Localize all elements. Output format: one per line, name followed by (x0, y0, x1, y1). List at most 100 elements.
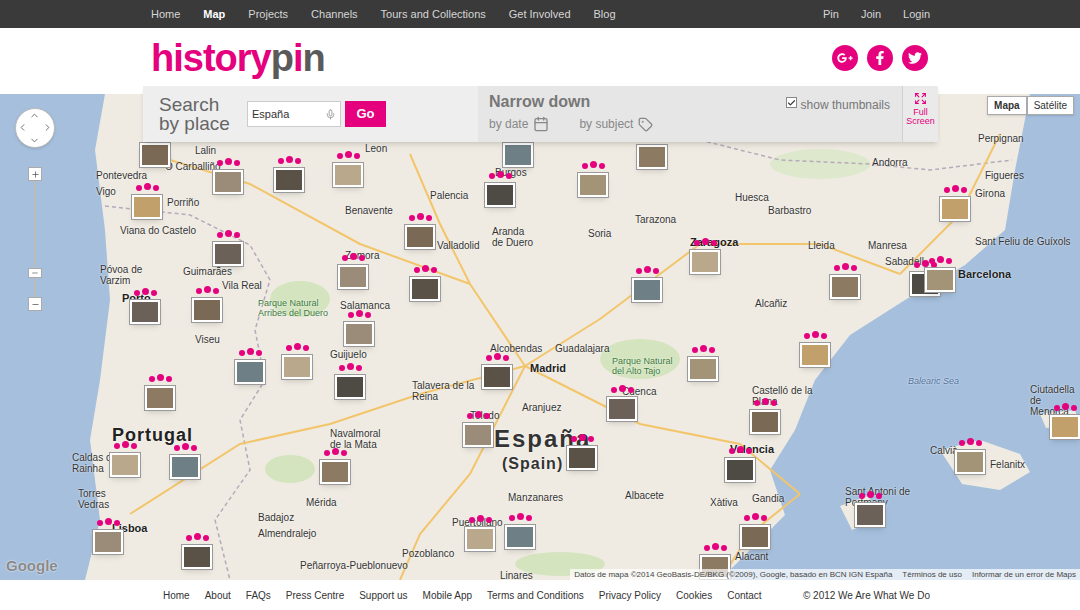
photo-pin[interactable] (483, 171, 517, 207)
map-label: Navalmoral de la Mata (330, 428, 392, 450)
photo-pin[interactable] (853, 491, 887, 527)
google-plus-icon[interactable] (832, 45, 858, 71)
map[interactable]: LalinO CarballiñoLeonPontevedraVigoPorri… (0, 94, 1080, 580)
photo-pin[interactable] (233, 348, 267, 384)
fullscreen-button[interactable]: Full Screen (902, 86, 938, 142)
pan-control[interactable] (15, 108, 55, 148)
photo-pin[interactable] (128, 288, 162, 324)
photo-pin[interactable] (272, 156, 306, 192)
photo-thumbnail (110, 453, 140, 477)
photo-pin[interactable] (686, 345, 720, 381)
thumbnails-checkbox[interactable] (786, 97, 797, 108)
nav-item[interactable]: Channels (311, 6, 357, 23)
by-subject-filter[interactable]: by subject (579, 115, 653, 133)
footer-link[interactable]: About (205, 588, 231, 603)
footer-link[interactable]: Contact (727, 588, 761, 603)
footer-link[interactable]: Press Centre (286, 588, 344, 603)
photo-pin[interactable] (336, 253, 370, 289)
footer-link[interactable]: Terms and Conditions (487, 588, 584, 603)
place-input[interactable]: España (247, 101, 341, 127)
map-label: Calvià (930, 445, 958, 456)
photo-pin[interactable] (211, 230, 245, 266)
microphone-icon[interactable] (325, 109, 336, 120)
photo-pin[interactable] (318, 448, 352, 484)
nav-item[interactable]: Login (903, 6, 930, 23)
footer-link[interactable]: FAQs (246, 588, 271, 603)
photo-thumbnail (637, 145, 667, 169)
photo-pin[interactable] (1048, 403, 1080, 439)
photo-thumbnail (274, 168, 304, 192)
zoom-slider-thumb[interactable] (28, 268, 42, 278)
photo-pin[interactable] (748, 398, 782, 434)
map-label: (Spain) (502, 455, 563, 473)
photo-pin[interactable] (280, 343, 314, 379)
twitter-icon[interactable] (902, 45, 928, 71)
photo-pin[interactable] (190, 286, 224, 322)
photo-pin[interactable] (605, 385, 639, 421)
photo-pin[interactable] (923, 256, 957, 292)
photo-pin[interactable] (738, 513, 772, 549)
photo-thumbnail (320, 460, 350, 484)
photo-pin[interactable] (461, 411, 495, 447)
photo-pin[interactable] (130, 183, 164, 219)
report-link[interactable]: Informar de un error de Maps (972, 569, 1076, 580)
logo[interactable]: historypin (151, 39, 325, 77)
map-type-button[interactable]: Satélite (1027, 96, 1074, 115)
pan-left-icon[interactable] (17, 122, 28, 133)
photo-pin[interactable] (630, 266, 664, 302)
footer-link[interactable]: Home (163, 588, 190, 603)
photo-pin[interactable] (938, 185, 972, 221)
photo-pin[interactable] (108, 441, 142, 477)
footer-link[interactable]: Cookies (676, 588, 712, 603)
map-label: Perpignan (978, 133, 1024, 144)
narrow-down: Narrow downby dateby subjectshow thumbna… (478, 86, 902, 142)
pan-right-icon[interactable] (42, 122, 53, 133)
nav-item[interactable]: Blog (594, 6, 616, 23)
pin-head-icon (692, 345, 715, 357)
photo-pin[interactable] (333, 363, 367, 399)
photo-pin[interactable] (91, 518, 125, 554)
photo-pin[interactable] (828, 263, 862, 299)
go-button[interactable]: Go (345, 101, 386, 127)
pin-head-icon (959, 438, 982, 450)
nav-item[interactable]: Get Involved (509, 6, 571, 23)
photo-pin[interactable] (723, 446, 757, 482)
footer-link[interactable]: Support us (359, 588, 407, 603)
zoom-track[interactable] (34, 181, 36, 297)
photo-pin[interactable] (180, 533, 214, 569)
zoom-in-button[interactable] (28, 167, 42, 181)
photo-pin[interactable] (342, 310, 376, 346)
photo-pin[interactable] (480, 353, 514, 389)
nav-item[interactable]: Map (203, 6, 225, 23)
photo-pin[interactable] (408, 265, 442, 301)
nav-item[interactable]: Home (151, 6, 180, 23)
photo-pin[interactable] (576, 161, 610, 197)
pan-down-icon[interactable] (29, 135, 40, 146)
by-date-filter[interactable]: by date (489, 115, 549, 133)
photo-pin[interactable] (143, 374, 177, 410)
nav-item[interactable]: Tours and Collections (381, 6, 486, 23)
terms-link[interactable]: Términos de uso (902, 569, 962, 580)
nav-item[interactable]: Join (861, 6, 881, 23)
photo-pin[interactable] (503, 513, 537, 549)
photo-pin[interactable] (211, 158, 245, 194)
nav-item[interactable]: Pin (823, 6, 839, 23)
photo-pin[interactable] (688, 238, 722, 274)
photo-pin[interactable] (798, 331, 832, 367)
pan-up-icon[interactable] (29, 110, 40, 121)
footer-link[interactable]: Mobile App (423, 588, 472, 603)
photo-thumbnail (940, 197, 970, 221)
zoom-out-button[interactable] (28, 297, 42, 311)
photo-pin[interactable] (463, 515, 497, 551)
map-type-button[interactable]: Mapa (987, 96, 1027, 115)
footer-link[interactable]: Privacy Policy (599, 588, 661, 603)
show-thumbnails[interactable]: show thumbnails (786, 93, 890, 142)
photo-pin[interactable] (953, 438, 987, 474)
map-label: Barcelona (958, 268, 1011, 280)
photo-pin[interactable] (565, 434, 599, 470)
photo-pin[interactable] (403, 213, 437, 249)
nav-item[interactable]: Projects (248, 6, 288, 23)
photo-pin[interactable] (168, 443, 202, 479)
photo-pin[interactable] (331, 151, 365, 187)
facebook-icon[interactable] (867, 45, 893, 71)
